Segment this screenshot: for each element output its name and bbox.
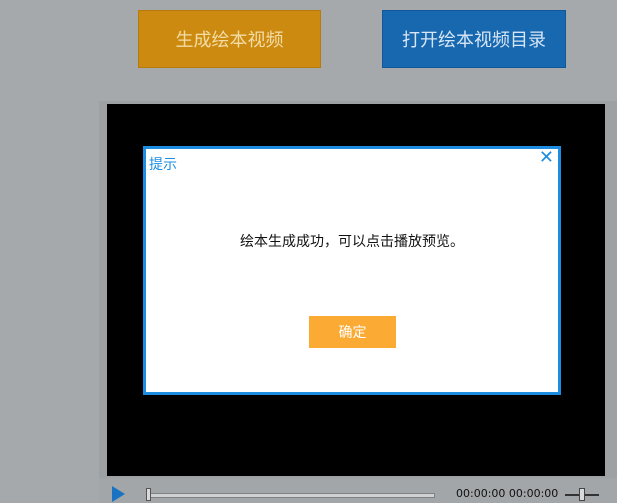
- ok-button[interactable]: 确定: [309, 316, 396, 348]
- progress-track[interactable]: [148, 493, 435, 498]
- progress-thumb[interactable]: [146, 488, 151, 501]
- open-video-directory-button[interactable]: 打开绘本视频目录: [382, 10, 566, 68]
- dialog-title: 提示: [149, 157, 177, 173]
- dialog-message: 绘本生成成功，可以点击播放预览。: [240, 234, 464, 250]
- volume-thumb[interactable]: [579, 488, 585, 501]
- play-icon[interactable]: [112, 486, 125, 502]
- close-icon[interactable]: ✕: [539, 149, 554, 167]
- time-readout: 00:00:00 00:00:00: [456, 487, 559, 500]
- generate-video-button[interactable]: 生成绘本视频: [138, 10, 321, 68]
- alert-dialog: 提示 ✕ 绘本生成成功，可以点击播放预览。 确定: [143, 146, 561, 395]
